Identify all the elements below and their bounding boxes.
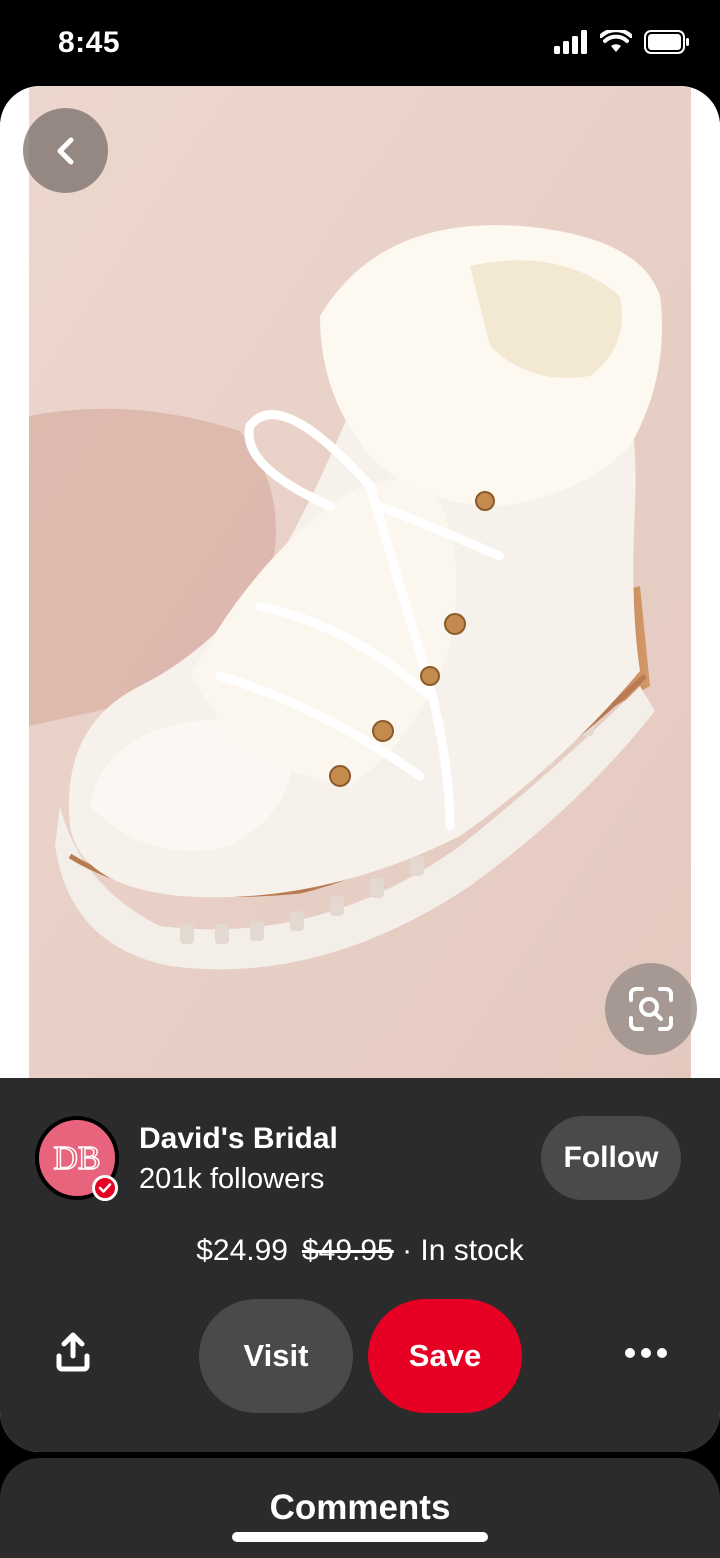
verified-badge-icon <box>92 1175 118 1201</box>
more-dot <box>657 1348 667 1358</box>
cellular-signal-icon <box>554 30 587 54</box>
price-row: $24.99 $49.95 · In stock <box>0 1234 720 1268</box>
pin-info-panel: DB David's Bridal 201k followers Follow … <box>0 1078 720 1452</box>
original-price: $49.95 <box>301 1234 394 1267</box>
battery-icon <box>644 30 689 54</box>
visual-search-button[interactable] <box>605 963 697 1055</box>
status-time: 8:45 <box>58 26 121 59</box>
save-button[interactable]: Save <box>368 1299 522 1413</box>
home-indicator[interactable] <box>232 1532 488 1542</box>
boot-image-icon <box>0 86 720 1078</box>
status-icons <box>554 30 690 54</box>
creator-name[interactable]: David's Bridal <box>139 1122 338 1156</box>
back-button[interactable] <box>23 108 108 193</box>
share-button[interactable] <box>45 1322 101 1382</box>
pin-image[interactable] <box>0 86 720 1078</box>
more-options-button[interactable] <box>618 1328 674 1378</box>
pin-card: DB David's Bridal 201k followers Follow … <box>0 86 720 1452</box>
comments-title: Comments <box>269 1488 451 1527</box>
current-price: $24.99 <box>196 1234 288 1267</box>
share-icon <box>56 1332 90 1372</box>
more-horizontal-icon <box>625 1348 635 1358</box>
follow-button[interactable]: Follow <box>541 1116 681 1200</box>
comments-sheet[interactable]: Comments <box>0 1458 720 1558</box>
visit-button[interactable]: Visit <box>199 1299 353 1413</box>
chevron-left-icon <box>57 137 73 164</box>
visual-search-icon <box>629 987 673 1031</box>
creator-followers: 201k followers <box>139 1163 325 1195</box>
status-bar: 8:45 <box>0 0 720 86</box>
more-dot <box>641 1348 651 1358</box>
wifi-icon <box>600 30 632 52</box>
availability: · In stock <box>402 1234 524 1267</box>
avatar-text: DB <box>53 1140 100 1177</box>
